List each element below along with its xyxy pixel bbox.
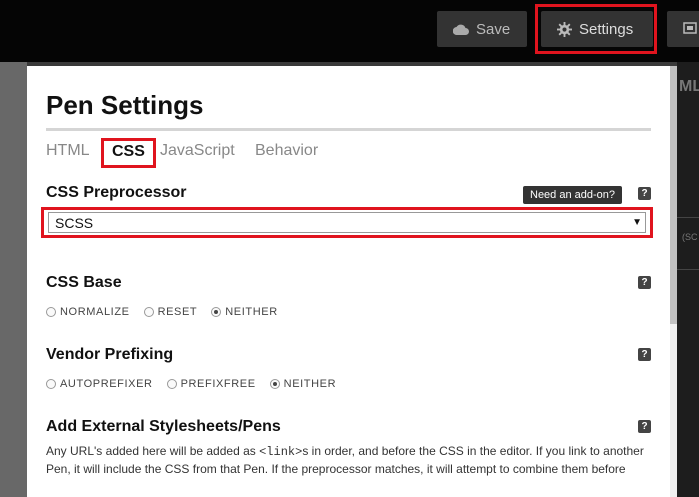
- radio-icon[interactable]: [143, 307, 154, 317]
- preprocessor-label: CSS Preprocessor: [46, 184, 187, 201]
- addon-tooltip[interactable]: Need an add-on?: [523, 186, 623, 204]
- radio-icon[interactable]: [46, 307, 56, 317]
- vendor-option-autoprefixer[interactable]: AUTOPREFIXER: [46, 378, 153, 390]
- preprocessor-select[interactable]: SCSS ▼: [48, 212, 646, 233]
- vendor-option-neither[interactable]: NEITHER: [269, 378, 337, 390]
- dropdown-arrow-icon: ▼: [632, 217, 642, 228]
- dimmed-editor-area: [0, 62, 27, 497]
- option-label: NEITHER: [283, 378, 337, 390]
- option-label: NORMALIZE: [60, 306, 130, 318]
- external-stylesheets-description: Any URL's added here will be added as <l…: [46, 443, 656, 478]
- save-label: Save: [476, 20, 511, 38]
- tab-html[interactable]: HTML: [46, 142, 90, 160]
- external-stylesheets-help-icon[interactable]: ?: [638, 420, 651, 433]
- vendor-prefix-options: AUTOPREFIXER PREFIXFREE NEITHER: [46, 378, 350, 390]
- radio-icon[interactable]: [166, 379, 177, 389]
- css-base-option-normalize[interactable]: NORMALIZE: [46, 306, 130, 318]
- top-bar: Save Settings: [0, 0, 699, 62]
- option-label: RESET: [157, 306, 198, 318]
- panel-heading-fragment: ML: [679, 78, 699, 95]
- option-label: PREFIXFREE: [180, 378, 256, 390]
- view-toggle-button[interactable]: [667, 11, 699, 47]
- css-base-label: CSS Base: [46, 274, 122, 291]
- tab-css[interactable]: CSS: [101, 138, 156, 168]
- preprocessor-select-highlight: SCSS ▼: [41, 207, 653, 238]
- divider: [677, 269, 699, 270]
- tab-javascript[interactable]: JavaScript: [160, 142, 235, 160]
- pen-settings-modal: Pen Settings HTML CSS JavaScript Behavio…: [27, 66, 677, 497]
- dimmed-right-panel: [677, 62, 699, 497]
- option-label: NEITHER: [225, 306, 278, 318]
- panel-text-fragment: (SC: [682, 232, 698, 242]
- save-button[interactable]: Save: [437, 11, 527, 47]
- css-base-option-neither[interactable]: NEITHER: [211, 306, 277, 318]
- modal-title: Pen Settings: [46, 90, 204, 120]
- external-stylesheets-label: Add External Stylesheets/Pens: [46, 418, 281, 435]
- settings-highlight: [535, 4, 657, 54]
- css-base-option-reset[interactable]: RESET: [143, 306, 198, 318]
- css-base-help-icon[interactable]: ?: [638, 276, 651, 289]
- option-label: AUTOPREFIXER: [60, 378, 153, 390]
- divider: [677, 217, 699, 218]
- title-divider: [46, 128, 651, 131]
- preprocessor-help-icon[interactable]: ?: [638, 187, 651, 200]
- desc-code: <link>: [259, 445, 303, 459]
- scrollbar-thumb[interactable]: [670, 66, 677, 324]
- tab-behavior[interactable]: Behavior: [255, 142, 318, 160]
- vendor-prefix-help-icon[interactable]: ?: [638, 348, 651, 361]
- css-base-options: NORMALIZE RESET NEITHER: [46, 306, 292, 318]
- radio-checked-icon[interactable]: [211, 307, 222, 317]
- radio-icon[interactable]: [46, 379, 56, 389]
- cloud-icon: [453, 24, 469, 35]
- vendor-option-prefixfree[interactable]: PREFIXFREE: [166, 378, 256, 390]
- desc-text: Any URL's added here will be added as: [46, 444, 260, 458]
- preprocessor-value: SCSS: [55, 214, 94, 231]
- radio-checked-icon[interactable]: [269, 379, 280, 389]
- vendor-prefix-label: Vendor Prefixing: [46, 346, 174, 363]
- window-icon: [683, 21, 697, 38]
